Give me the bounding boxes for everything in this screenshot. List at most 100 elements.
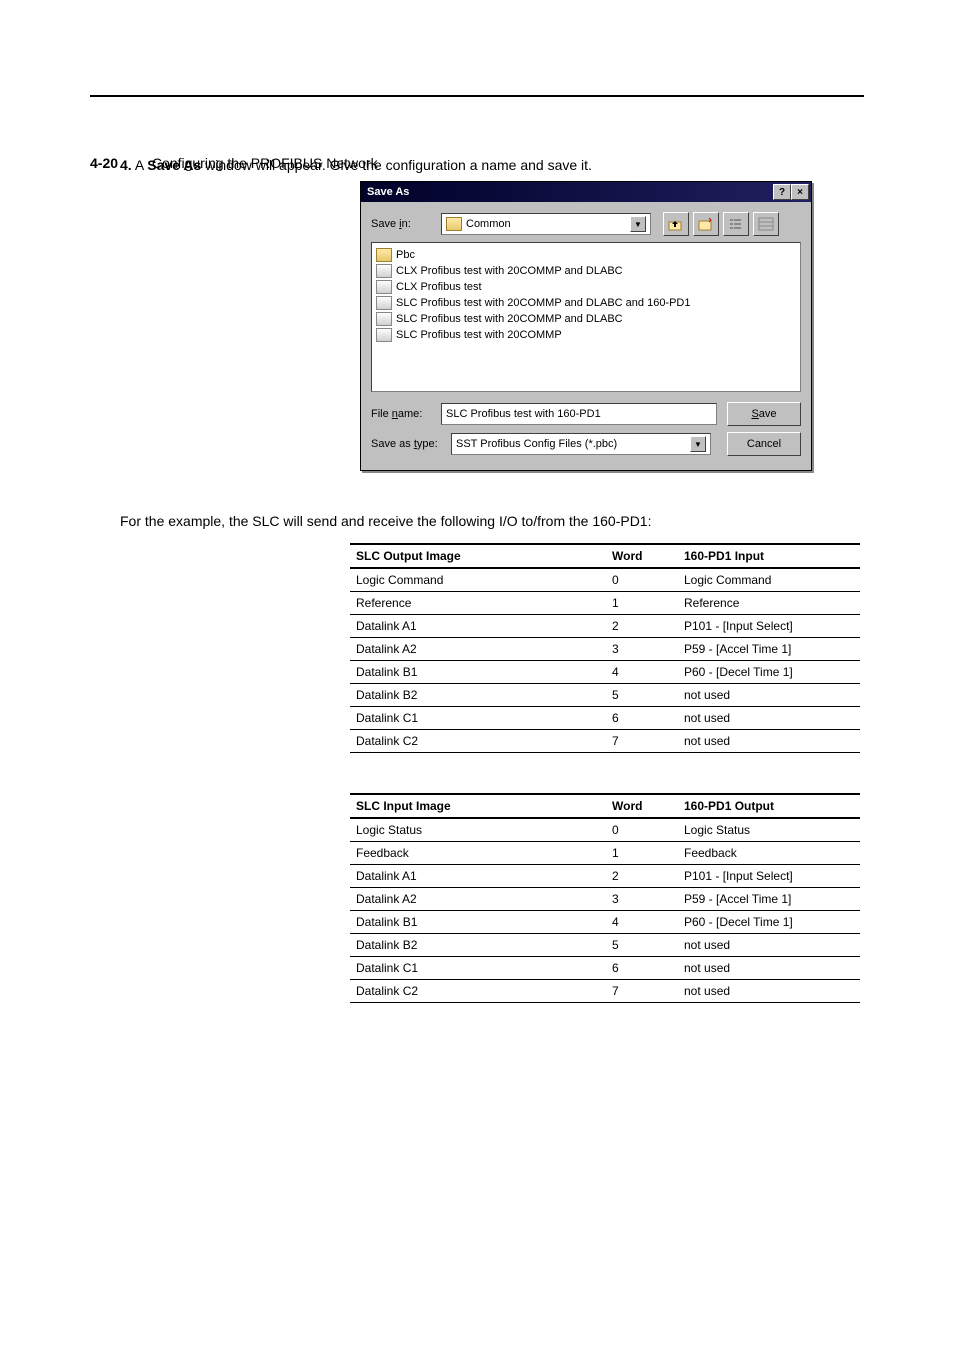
save-type-label: Save as type: (371, 438, 451, 450)
folder-icon (376, 248, 392, 262)
table-cell: Logic Status (678, 818, 860, 842)
save-type-value: SST Profibus Config Files (*.pbc) (456, 438, 617, 450)
list-item[interactable]: CLX Profibus test with 20COMMP and DLABC (376, 263, 796, 279)
table-cell: Datalink C2 (350, 980, 606, 1003)
col-header: SLC Input Image (350, 794, 606, 818)
table-cell: Logic Status (350, 818, 606, 842)
save-in-label: Save in: (371, 218, 441, 230)
table-cell: 0 (606, 568, 678, 592)
table-cell: Logic Command (350, 568, 606, 592)
help-button[interactable]: ? (773, 184, 791, 200)
table-row: Datalink B14P60 - [Decel Time 1] (350, 661, 860, 684)
table-cell: Datalink A2 (350, 888, 606, 911)
list-item[interactable]: SLC Profibus test with 20COMMP (376, 327, 796, 343)
table-cell: Feedback (350, 842, 606, 865)
file-name: CLX Profibus test with 20COMMP and DLABC (396, 263, 623, 279)
table-cell: P60 - [Decel Time 1] (678, 661, 860, 684)
close-button[interactable]: × (791, 184, 809, 200)
table-row: Logic Command0Logic Command (350, 568, 860, 592)
table-cell: Feedback (678, 842, 860, 865)
table-row: Datalink A23P59 - [Accel Time 1] (350, 638, 860, 661)
list-item[interactable]: Pbc (376, 247, 796, 263)
table-cell: 0 (606, 818, 678, 842)
table-cell: 1 (606, 842, 678, 865)
table-cell: Datalink A1 (350, 865, 606, 888)
details-view-button[interactable] (753, 212, 779, 236)
cancel-button[interactable]: Cancel (727, 432, 801, 456)
table-row: Datalink C16not used (350, 957, 860, 980)
list-icon (728, 217, 744, 231)
page-header-left: 4-20 Configuring the PROFIBUS Network (90, 155, 378, 171)
file-icon (376, 296, 392, 310)
table-cell: Datalink C2 (350, 730, 606, 753)
table-cell: Datalink A2 (350, 638, 606, 661)
table-cell: Datalink C1 (350, 957, 606, 980)
table-cell: not used (678, 684, 860, 707)
table-row: Datalink A23P59 - [Accel Time 1] (350, 888, 860, 911)
file-name-label: File name: (371, 408, 441, 420)
col-header: 160-PD1 Input (678, 544, 860, 568)
file-name-value: SLC Profibus test with 160-PD1 (446, 408, 601, 420)
table-cell: P101 - [Input Select] (678, 615, 860, 638)
file-list[interactable]: Pbc CLX Profibus test with 20COMMP and D… (371, 242, 801, 392)
table-row: Datalink B14P60 - [Decel Time 1] (350, 911, 860, 934)
table-cell: 3 (606, 638, 678, 661)
table-cell: not used (678, 707, 860, 730)
table-cell: not used (678, 957, 860, 980)
paragraph-1: For the example, the SLC will send and r… (120, 511, 834, 531)
file-name: CLX Profibus test (396, 279, 482, 295)
header-rule (90, 95, 864, 97)
col-header: SLC Output Image (350, 544, 606, 568)
table-cell: Datalink B2 (350, 934, 606, 957)
file-name-input[interactable]: SLC Profibus test with 160-PD1 (441, 403, 717, 425)
page-number: 4-20 (90, 155, 118, 171)
save-in-dropdown[interactable]: Common ▼ (441, 213, 651, 235)
col-header: Word (606, 794, 678, 818)
table-cell: Datalink A1 (350, 615, 606, 638)
table-cell: 4 (606, 911, 678, 934)
list-item[interactable]: SLC Profibus test with 20COMMP and DLABC… (376, 295, 796, 311)
table-row: Reference1Reference (350, 592, 860, 615)
table-cell: Datalink B1 (350, 661, 606, 684)
dialog-titlebar: Save As ? × (361, 182, 811, 202)
table-cell: 2 (606, 615, 678, 638)
table-cell: 3 (606, 888, 678, 911)
new-folder-button[interactable] (693, 212, 719, 236)
chevron-down-icon[interactable]: ▼ (630, 216, 646, 232)
table-cell: P59 - [Accel Time 1] (678, 888, 860, 911)
up-one-level-button[interactable] (663, 212, 689, 236)
table-cell: Datalink C1 (350, 707, 606, 730)
table-row: Datalink B25not used (350, 934, 860, 957)
input-image-table: SLC Input Image Word 160-PD1 Output Logi… (350, 793, 860, 1003)
table-cell: 4 (606, 661, 678, 684)
save-as-dialog: Save As ? × Save in: Common ▼ (360, 181, 812, 471)
table-cell: 5 (606, 684, 678, 707)
table-row: Datalink C27not used (350, 730, 860, 753)
output-image-table: SLC Output Image Word 160-PD1 Input Logi… (350, 543, 860, 753)
save-button[interactable]: Save (727, 402, 801, 426)
file-name: SLC Profibus test with 20COMMP and DLABC… (396, 295, 691, 311)
table-cell: not used (678, 730, 860, 753)
list-item[interactable]: SLC Profibus test with 20COMMP and DLABC (376, 311, 796, 327)
table-cell: 7 (606, 980, 678, 1003)
table-cell: Logic Command (678, 568, 860, 592)
file-icon (376, 280, 392, 294)
table-row: Feedback1Feedback (350, 842, 860, 865)
table-cell: Reference (350, 592, 606, 615)
table-cell: P101 - [Input Select] (678, 865, 860, 888)
file-icon (376, 264, 392, 278)
list-item[interactable]: CLX Profibus test (376, 279, 796, 295)
file-icon (376, 328, 392, 342)
chevron-down-icon[interactable]: ▼ (690, 436, 706, 452)
table-cell: Datalink B1 (350, 911, 606, 934)
table-cell: 5 (606, 934, 678, 957)
save-type-dropdown[interactable]: SST Profibus Config Files (*.pbc) ▼ (451, 433, 711, 455)
page-section-title: Configuring the PROFIBUS Network (152, 155, 378, 171)
new-folder-icon (698, 217, 714, 231)
table-cell: 2 (606, 865, 678, 888)
file-name: Pbc (396, 247, 415, 263)
table-cell: 1 (606, 592, 678, 615)
list-view-button[interactable] (723, 212, 749, 236)
table-cell: not used (678, 980, 860, 1003)
table-cell: not used (678, 934, 860, 957)
